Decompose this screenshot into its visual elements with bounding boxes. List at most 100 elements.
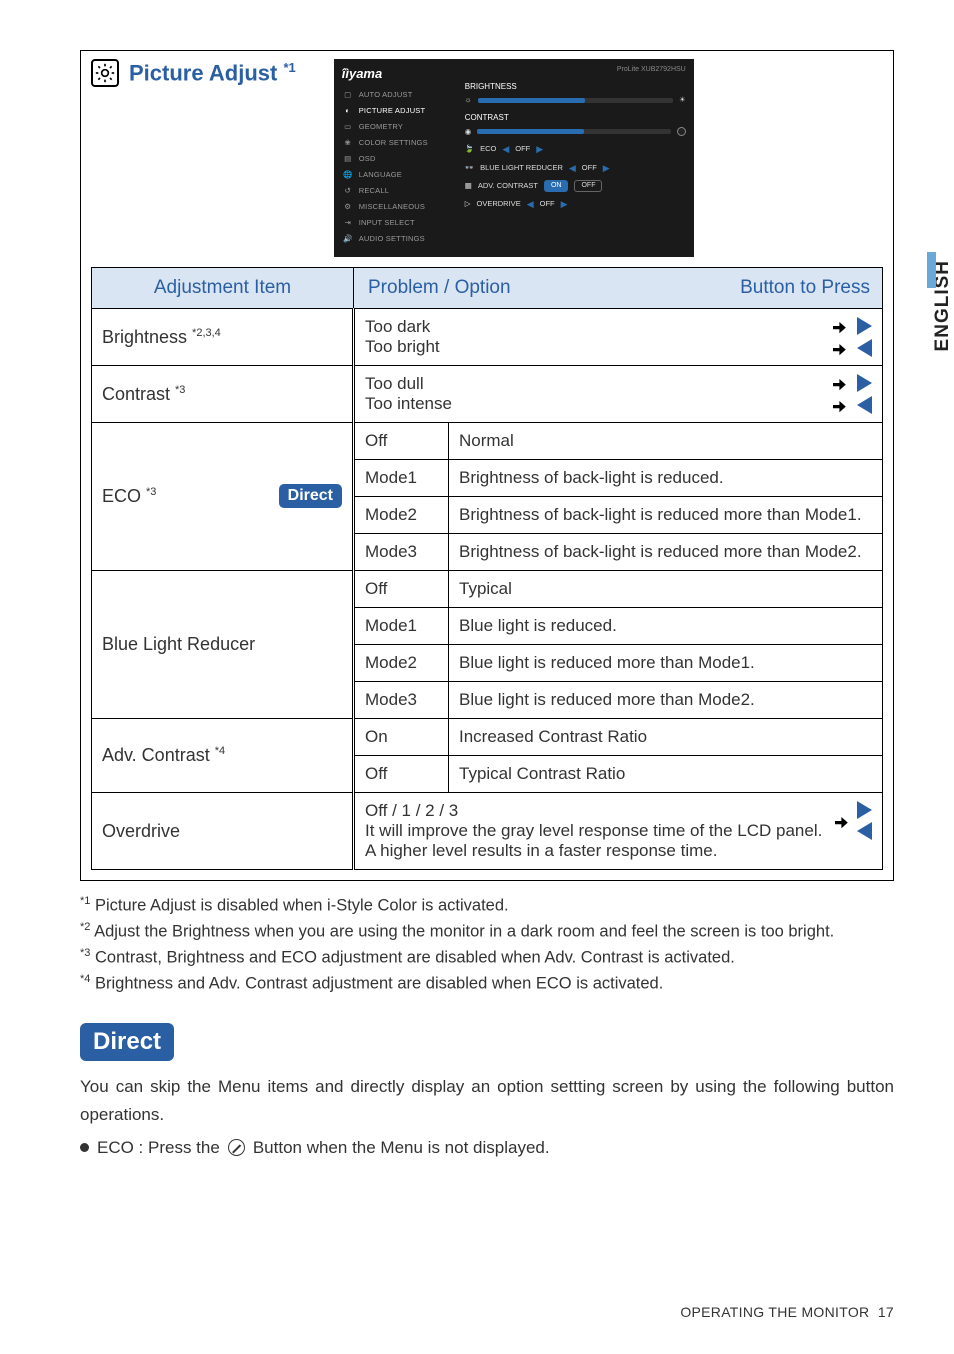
footer-label: OPERATING THE MONITOR: [680, 1304, 869, 1320]
osd-label-overdrive: OVERDRIVE: [477, 199, 521, 210]
advc-sup: *4: [215, 745, 225, 757]
eco-sup: *3: [146, 486, 156, 498]
press-icon: [831, 375, 851, 391]
blr-mode1-desc: Blue light is reduced.: [449, 608, 883, 645]
press-icon: [831, 318, 851, 334]
row-blr: Blue Light Reducer: [92, 571, 354, 719]
overdrive-values: Off / 1 / 2 / 3: [365, 801, 872, 821]
eco-mode2-desc: Brightness of back-light is reduced more…: [449, 497, 883, 534]
contrast-too-intense: Too intense: [365, 394, 872, 414]
right-arrow-icon: [857, 374, 872, 392]
osd-advc-off: OFF: [574, 180, 602, 192]
contrast-label: Contrast: [102, 384, 175, 404]
picture-adjust-icon: [91, 59, 119, 87]
osd-value-blr: OFF: [582, 163, 597, 174]
right-arrow-icon: [857, 801, 872, 819]
row-overdrive: Overdrive: [92, 793, 354, 870]
direct-badge: Direct: [279, 484, 342, 508]
adjustment-table: Adjustment Item Problem / Option Button …: [91, 267, 883, 870]
direct-bullet-post: Button when the Menu is not displayed.: [253, 1138, 550, 1158]
direct-bullet: ECO : Press the Button when the Menu is …: [80, 1138, 894, 1158]
advc-on: On: [354, 719, 449, 756]
osd-menu-osd: OSD: [359, 154, 376, 165]
fn2-text: Adjust the Brightness when you are using…: [90, 923, 834, 941]
direct-paragraph: You can skip the Menu items and directly…: [80, 1073, 894, 1127]
brightness-too-dark: Too dark: [365, 317, 872, 337]
contrast-sup: *3: [175, 384, 185, 396]
eco-mode3-desc: Brightness of back-light is reduced more…: [449, 534, 883, 571]
contrast-too-dull: Too dull: [365, 374, 872, 394]
osd-menu-color-settings: COLOR SETTINGS: [359, 138, 428, 149]
advc-on-desc: Increased Contrast Ratio: [449, 719, 883, 756]
contrast-buttons: [831, 374, 872, 414]
fn1-text: Picture Adjust is disabled when i-Style …: [90, 897, 508, 915]
osd-label-eco: ECO: [480, 144, 496, 155]
osd-menu-input-select: INPUT SELECT: [359, 218, 415, 229]
osd-preview: îìyama ▢AUTO ADJUST ◐PICTURE ADJUST ▭GEO…: [334, 59, 694, 257]
eco-mode1-desc: Brightness of back-light is reduced.: [449, 460, 883, 497]
brightness-buttons: [831, 317, 872, 357]
fn4-text: Brightness and Adv. Contrast adjustment …: [90, 975, 663, 993]
fn3-text: Contrast, Brightness and ECO adjustment …: [90, 949, 734, 967]
left-arrow-icon: [857, 396, 872, 414]
brightness-sup: *2,3,4: [192, 327, 221, 339]
section-title-sup: *1: [283, 60, 295, 75]
page-footer: OPERATING THE MONITOR 17: [680, 1304, 894, 1320]
th-adjustment-item: Adjustment Item: [92, 268, 354, 309]
osd-model: ProLite XUB2792HSU: [465, 65, 686, 75]
blr-mode2-desc: Blue light is reduced more than Mode1.: [449, 645, 883, 682]
osd-value-eco: OFF: [515, 144, 530, 155]
osd-value-overdrive: OFF: [540, 199, 555, 210]
language-tab-accent: [927, 252, 936, 288]
eco-button-icon: [228, 1139, 245, 1156]
th-problem-option: Problem / Option Button to Press: [354, 268, 883, 309]
eco-off: Off: [354, 423, 449, 460]
direct-bullet-pre: ECO : Press the: [97, 1138, 220, 1158]
blr-off: Off: [354, 571, 449, 608]
eco-mode3: Mode3: [354, 534, 449, 571]
brightness-too-bright: Too bright: [365, 337, 872, 357]
osd-menu-geometry: GEOMETRY: [359, 122, 403, 133]
row-eco: ECO *3 Direct: [92, 423, 354, 571]
blr-off-desc: Typical: [449, 571, 883, 608]
advc-off-desc: Typical Contrast Ratio: [449, 756, 883, 793]
osd-menu-language: LANGUAGE: [359, 170, 402, 181]
overdrive-desc2: A higher level results in a faster respo…: [365, 841, 872, 861]
row-brightness: Brightness *2,3,4: [92, 309, 354, 366]
section-title: Picture Adjust *1: [129, 60, 296, 86]
direct-heading: Direct: [80, 1023, 174, 1061]
th-button-to-press: Button to Press: [740, 277, 870, 299]
osd-label-contrast: CONTRAST: [465, 112, 686, 123]
advc-label: Adv. Contrast: [102, 745, 215, 765]
section-title-text: Picture Adjust: [129, 60, 283, 85]
bullet-icon: [80, 1143, 89, 1152]
osd-brand: îìyama: [342, 65, 457, 83]
left-arrow-icon: [857, 822, 872, 840]
eco-mode1: Mode1: [354, 460, 449, 497]
footer-page: 17: [878, 1304, 894, 1320]
fn1-sup: *1: [80, 895, 90, 907]
eco-off-desc: Normal: [449, 423, 883, 460]
osd-menu-auto-adjust: AUTO ADJUST: [359, 90, 413, 101]
row-contrast: Contrast *3: [92, 366, 354, 423]
press-icon: [833, 813, 853, 829]
row-adv-contrast: Adv. Contrast *4: [92, 719, 354, 793]
blr-mode1: Mode1: [354, 608, 449, 645]
blr-mode3-desc: Blue light is reduced more than Mode2.: [449, 682, 883, 719]
osd-advc-on: ON: [544, 180, 569, 192]
overdrive-desc1: It will improve the gray level response …: [365, 821, 872, 841]
eco-mode2: Mode2: [354, 497, 449, 534]
osd-label-blr: BLUE LIGHT REDUCER: [480, 163, 563, 174]
right-arrow-icon: [857, 317, 872, 335]
osd-menu-picture-adjust: PICTURE ADJUST: [359, 106, 426, 117]
osd-menu-audio-settings: AUDIO SETTINGS: [359, 234, 425, 245]
eco-label: ECO: [102, 486, 146, 506]
footnotes: *1 Picture Adjust is disabled when i-Sty…: [80, 893, 894, 997]
advc-off: Off: [354, 756, 449, 793]
blr-mode3: Mode3: [354, 682, 449, 719]
fn2-sup: *2: [80, 921, 90, 933]
press-icon: [831, 397, 851, 413]
brightness-label: Brightness: [102, 327, 192, 347]
osd-menu-recall: RECALL: [359, 186, 389, 197]
press-icon: [831, 340, 851, 356]
